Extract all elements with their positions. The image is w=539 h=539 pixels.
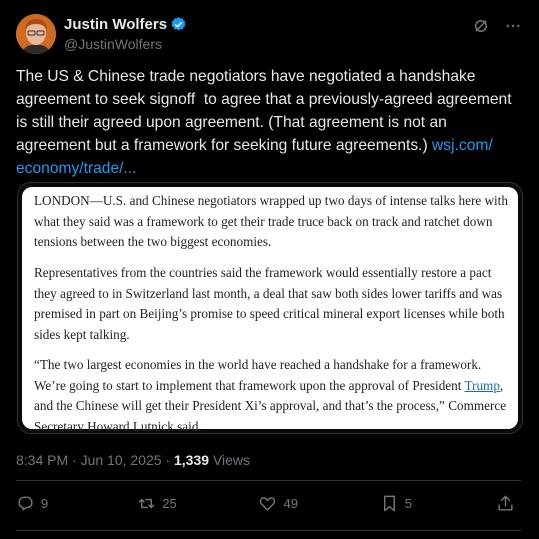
handle[interactable]: @JustinWolfers — [64, 36, 162, 52]
repost-button[interactable]: 25 — [137, 494, 258, 513]
verified-badge-icon — [171, 17, 186, 31]
views-count: 1,339 — [173, 452, 210, 468]
tweet-meta: 8:34 PM · Jun 10, 2025 · 1,339 Views — [16, 452, 250, 468]
article-quote-start: “The two largest economies in the world … — [34, 357, 482, 393]
article-paragraph-1: LONDON—U.S. and Chinese negotiators wrap… — [34, 193, 508, 249]
tweet-text: The US & Chinese trade negotiators have … — [16, 65, 521, 180]
divider-top — [16, 480, 521, 481]
repost-icon — [138, 498, 155, 509]
article-paragraph-3: “The two largest economies in the world … — [34, 355, 510, 433]
tweet: Justin Wolfers @JustinWolfers The US & C… — [0, 0, 539, 539]
bookmark-icon — [383, 495, 395, 512]
avatar[interactable] — [16, 14, 56, 54]
bookmark-count: 5 — [404, 496, 412, 511]
like-button[interactable]: 49 — [258, 494, 379, 513]
article-paragraph-2: Representatives from the countries said … — [34, 265, 505, 342]
repost-count: 25 — [162, 496, 177, 511]
divider-bottom — [16, 530, 521, 531]
reply-count: 9 — [41, 496, 49, 511]
heart-icon — [260, 497, 276, 511]
grok-icon[interactable] — [471, 16, 491, 36]
bookmark-button[interactable]: 5 — [380, 494, 496, 513]
more-options-icon[interactable] — [503, 16, 523, 36]
reply-button[interactable]: 9 — [16, 494, 137, 513]
share-button[interactable] — [496, 494, 521, 513]
quoted-image-card[interactable]: LONDON—U.S. and Chinese negotiators wrap… — [17, 182, 523, 434]
action-bar: 9 25 49 5 — [16, 494, 521, 513]
share-icon — [498, 495, 513, 511]
like-count: 49 — [283, 496, 298, 511]
display-name[interactable]: Justin Wolfers — [64, 16, 167, 33]
views-label: Views — [209, 452, 251, 468]
author-name-row[interactable]: Justin Wolfers — [64, 16, 187, 33]
timestamp[interactable]: 8:34 PM · Jun 10, 2025 · — [16, 452, 174, 468]
top-actions — [471, 16, 523, 36]
article-screenshot: LONDON—U.S. and Chinese negotiators wrap… — [22, 187, 518, 433]
trump-link: Trump — [464, 377, 500, 393]
reply-icon — [18, 496, 33, 511]
